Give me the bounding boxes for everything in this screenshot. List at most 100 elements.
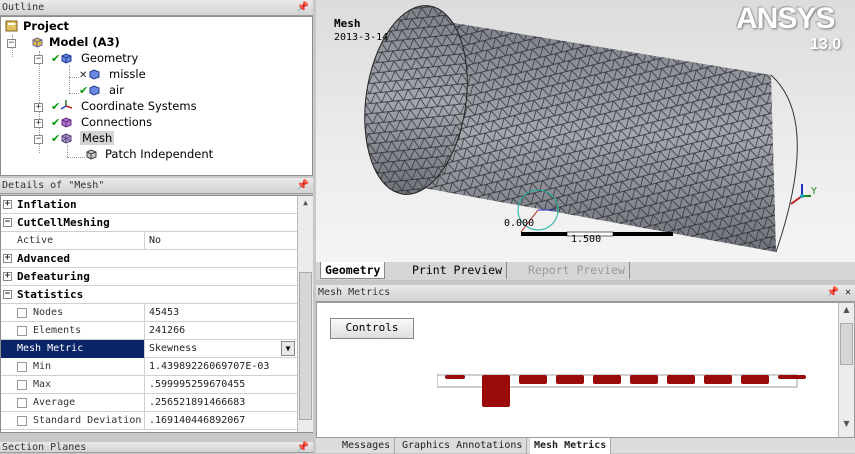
- controls-button[interactable]: Controls: [330, 318, 414, 339]
- tree-label: Patch Independent: [105, 147, 214, 161]
- tree-label: Model (A3): [49, 35, 120, 49]
- outline-titlebar: Outline 📌: [0, 0, 313, 16]
- body-icon: [89, 69, 100, 80]
- section-planes-title: Section Planes: [2, 442, 87, 453]
- details-scrollbar[interactable]: ▲: [297, 196, 313, 432]
- collapse-icon[interactable]: −: [3, 218, 12, 227]
- mesh-metrics-scrollbar[interactable]: ▲ ▼: [838, 303, 854, 437]
- prop-min[interactable]: Min 1.43989226069707E-03: [1, 358, 297, 376]
- check-icon: ✔: [51, 52, 61, 65]
- group-label: Advanced: [17, 252, 70, 265]
- expand-icon[interactable]: +: [3, 200, 12, 209]
- expand-icon[interactable]: +: [3, 272, 12, 281]
- group-cutcell[interactable]: − CutCellMeshing: [1, 214, 297, 232]
- histogram-bar-9: [778, 375, 806, 379]
- tree-label: air: [109, 83, 124, 97]
- histogram-bar-8: [741, 375, 769, 384]
- histogram-bar-5: [630, 375, 658, 384]
- tab-graphics-annotations[interactable]: Graphics Annotations: [398, 438, 528, 454]
- parameter-checkbox[interactable]: [17, 380, 27, 390]
- bottom-tabs: Messages Graphics Annotations Mesh Metri…: [316, 437, 855, 454]
- expand-icon[interactable]: +: [3, 254, 12, 263]
- connections-icon: [61, 117, 72, 128]
- dropdown-arrow-icon[interactable]: ▼: [281, 341, 295, 356]
- collapse-icon[interactable]: −: [3, 290, 12, 299]
- histogram-bar-7: [704, 375, 732, 384]
- group-label: Inflation: [17, 198, 77, 211]
- axis-triad-icon: [790, 195, 803, 205]
- viewport-date: 2013-3-14: [334, 32, 389, 43]
- ansys-version: 13.0: [810, 36, 842, 53]
- viewport-tabs: Geometry Print Preview Report Preview: [316, 262, 855, 280]
- scroll-thumb[interactable]: [840, 323, 853, 365]
- histogram-bar-2: [519, 375, 547, 384]
- prop-value: 1.43989226069707E-03: [149, 361, 270, 372]
- tree-label: Geometry: [81, 51, 139, 65]
- check-icon: ✔: [51, 132, 61, 145]
- tab-mesh-metrics[interactable]: Mesh Metrics: [530, 438, 612, 454]
- axis-y-label: Y: [811, 186, 818, 197]
- parameter-checkbox[interactable]: [17, 398, 27, 408]
- prop-max[interactable]: Max .599995259670455: [1, 376, 297, 394]
- mesh-metric-select[interactable]: Skewness: [147, 340, 297, 358]
- collapse-icon[interactable]: −: [7, 39, 16, 48]
- check-icon: ✔: [51, 100, 61, 113]
- pin-icon[interactable]: 📌: [297, 178, 309, 193]
- close-icon[interactable]: ✕: [845, 285, 851, 300]
- scale-label-left: 0.000: [504, 218, 535, 229]
- expand-icon[interactable]: +: [34, 119, 43, 128]
- tree-label: Project: [23, 19, 70, 33]
- parameter-checkbox[interactable]: [17, 326, 27, 336]
- suppressed-icon: ✕: [79, 70, 88, 81]
- details-titlebar: Details of "Mesh" 📌: [0, 178, 313, 194]
- parameter-checkbox[interactable]: [17, 362, 27, 372]
- group-label: CutCellMeshing: [17, 216, 110, 229]
- method-icon: [86, 149, 97, 160]
- collapse-icon[interactable]: −: [34, 135, 43, 144]
- histogram-bar-0: [445, 375, 465, 379]
- prop-key: Mesh Metric: [1, 340, 145, 358]
- group-inflation[interactable]: + Inflation: [1, 196, 297, 214]
- project-icon: [5, 20, 18, 32]
- mesh-render[interactable]: [316, 0, 855, 262]
- tab-messages[interactable]: Messages: [338, 438, 396, 454]
- model-icon: [32, 37, 43, 48]
- details-grid: + Inflation − CutCellMeshing Active No +…: [0, 195, 313, 433]
- tab-geometry[interactable]: Geometry: [320, 262, 386, 279]
- mesh-metrics-title: Mesh Metrics: [318, 287, 391, 298]
- tab-report-preview[interactable]: Report Preview: [524, 262, 630, 279]
- group-defeaturing[interactable]: + Defeaturing: [1, 268, 297, 286]
- prop-value[interactable]: No: [147, 232, 297, 250]
- pin-icon[interactable]: 📌: [297, 0, 309, 15]
- prop-value: .169140446892067: [149, 415, 246, 426]
- tab-print-preview[interactable]: Print Preview: [408, 262, 508, 279]
- body-icon: [89, 85, 100, 96]
- collapse-icon[interactable]: −: [34, 55, 43, 64]
- scroll-thumb[interactable]: [299, 272, 312, 420]
- prop-active[interactable]: Active No: [1, 232, 297, 250]
- prop-key: Active: [1, 232, 145, 250]
- skewness-histogram[interactable]: [437, 371, 817, 407]
- details-title: Details of "Mesh": [2, 180, 105, 191]
- parameter-checkbox[interactable]: [17, 416, 27, 426]
- ansys-logo: ANSYS: [736, 2, 835, 35]
- prop-average[interactable]: Average .256521891466683: [1, 394, 297, 412]
- graphics-viewport[interactable]: Mesh 2013-3-14 ANSYS 13.0 0.000 1.500 Y: [316, 0, 855, 262]
- prop-elements[interactable]: Elements 241266: [1, 322, 297, 340]
- histogram-bar-3: [556, 375, 584, 384]
- prop-value: .599995259670455: [149, 379, 246, 390]
- geometry-icon: [61, 53, 72, 64]
- pin-icon[interactable]: 📌: [297, 442, 309, 453]
- mesh-metrics-body: Controls ▲ ▼: [316, 302, 855, 438]
- prop-value: 45453: [149, 307, 180, 318]
- scale-label-mid: 1.500: [571, 234, 602, 245]
- pin-icon[interactable]: 📌: [827, 285, 839, 300]
- group-advanced[interactable]: + Advanced: [1, 250, 297, 268]
- prop-nodes[interactable]: Nodes 45453: [1, 304, 297, 322]
- prop-mesh-metric[interactable]: Mesh Metric Skewness ▼: [1, 340, 297, 358]
- parameter-checkbox[interactable]: [17, 308, 27, 318]
- group-statistics[interactable]: − Statistics: [1, 286, 297, 304]
- prop-stddev[interactable]: Standard Deviation .169140446892067: [1, 412, 297, 430]
- mesh-metrics-titlebar: Mesh Metrics 📌 ✕: [316, 285, 855, 302]
- expand-icon[interactable]: +: [34, 103, 43, 112]
